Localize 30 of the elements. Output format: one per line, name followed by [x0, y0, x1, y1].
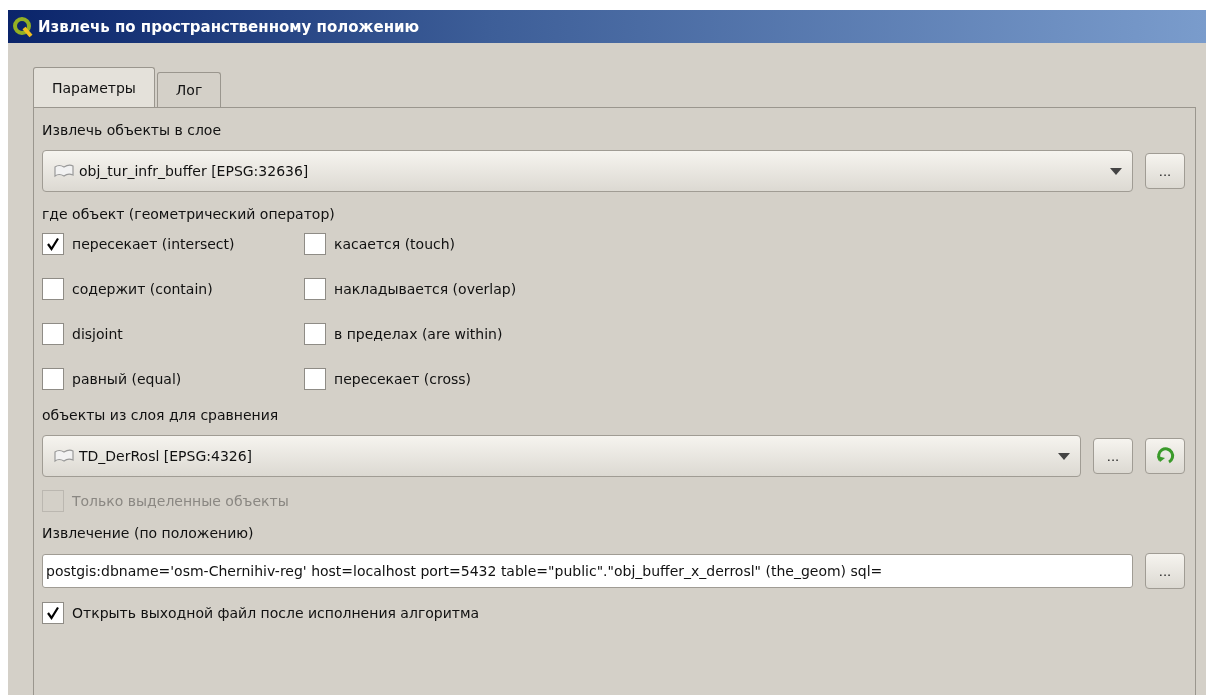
browse-button[interactable]: ...	[1145, 553, 1185, 589]
checkbox[interactable]: пересекает (cross)	[304, 367, 517, 391]
checkmark-icon	[46, 237, 60, 251]
layer-dropdown[interactable]: TD_DerRosl [EPSG:4326]	[42, 435, 1081, 477]
field-label: Извлечение (по положению)	[42, 524, 255, 543]
tab[interactable]: Лог	[156, 72, 222, 107]
checkbox[interactable]: накладывается (overlap)	[304, 277, 517, 301]
field-label: объекты из слоя для сравнения	[42, 406, 280, 425]
checkbox[interactable]: в пределах (are within)	[304, 322, 517, 346]
app-logo-icon	[12, 15, 34, 38]
checkbox[interactable]: пересекает (intersect)	[42, 232, 304, 256]
polygon-layer-icon	[53, 163, 75, 179]
checkbox[interactable]: равный (equal)	[42, 367, 304, 391]
checkbox[interactable]: касается (touch)	[304, 232, 517, 256]
caret-icon	[1110, 167, 1122, 175]
field-label: Извлечь объекты в слое	[42, 121, 223, 140]
caret-icon	[1058, 452, 1070, 460]
refresh-button[interactable]	[1145, 438, 1185, 474]
browse-button[interactable]: ...	[1145, 153, 1185, 189]
checkbox[interactable]: Открыть выходной файл после исполнения алгоритма	[42, 601, 1185, 625]
output-path-field[interactable]: postgis:dbname='osm-Chernihiv-reg' host=localhost port=5432 table="public"."obj_buffer_x_derrosl" (the_geom) sql=	[42, 554, 1133, 588]
polygon-layer-icon	[53, 448, 75, 464]
checkbox[interactable]: содержит (contain)	[42, 277, 304, 301]
checkbox[interactable]: disjoint	[42, 322, 304, 346]
tab[interactable]: Параметры	[33, 67, 155, 107]
field-label: где объект (геометрический оператор)	[42, 205, 336, 224]
browse-button[interactable]: ...	[1093, 438, 1133, 474]
checkmark-icon	[46, 606, 60, 620]
layer-dropdown[interactable]: obj_tur_infr_buffer [EPSG:32636]	[42, 150, 1133, 192]
window-title: Извлечь по пространственному положению	[38, 17, 420, 36]
